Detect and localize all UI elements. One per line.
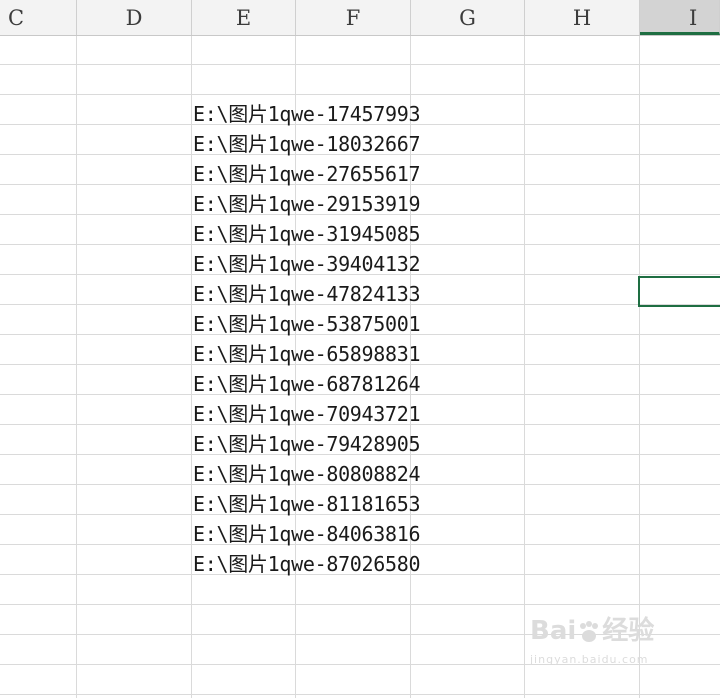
cell-e-value[interactable]: E:\图片1qwe-81181653 — [193, 489, 421, 519]
cell-e-value[interactable]: E:\图片1qwe-17457993 — [193, 99, 421, 129]
column-header-g[interactable]: G — [411, 0, 525, 35]
cell-e-value[interactable]: E:\图片1qwe-68781264 — [193, 369, 421, 399]
row-gridline — [0, 694, 720, 695]
column-header-h[interactable]: H — [525, 0, 640, 35]
column-gridline — [524, 36, 525, 698]
cell-e-value[interactable]: E:\图片1qwe-70943721 — [193, 399, 421, 429]
column-label: E — [235, 6, 252, 30]
column-label: C — [7, 6, 25, 30]
paw-logo-icon — [580, 620, 599, 642]
column-label: F — [345, 6, 361, 30]
row-gridline — [0, 604, 720, 605]
column-header-d[interactable]: D — [77, 0, 192, 35]
cell-e-value[interactable]: E:\图片1qwe-31945085 — [193, 219, 421, 249]
column-label: G — [459, 6, 476, 30]
column-header-i[interactable]: I — [640, 0, 720, 35]
watermark-url: jingyan.baidu.com — [530, 652, 649, 666]
column-header-f[interactable]: F — [296, 0, 411, 35]
row-gridline — [0, 64, 720, 65]
column-header-e[interactable]: E — [192, 0, 296, 35]
row-gridline — [0, 94, 720, 95]
cell-e-value[interactable]: E:\图片1qwe-39404132 — [193, 249, 421, 279]
active-cell-selection[interactable] — [638, 276, 720, 307]
baidu-jingyan-watermark: Bai 经验 jingyan.baidu.com — [530, 618, 700, 666]
cell-e-value[interactable]: E:\图片1qwe-29153919 — [193, 189, 421, 219]
watermark-brand: Bai — [530, 616, 577, 646]
cell-e-value[interactable]: E:\图片1qwe-27655617 — [193, 159, 421, 189]
spreadsheet: C D E F G H I E:\图片1qwe-17457993 E:\图片1qw… — [0, 0, 720, 698]
cell-e-value[interactable]: E:\图片1qwe-53875001 — [193, 309, 421, 339]
column-header-bar: C D E F G H I — [0, 0, 720, 36]
column-label: H — [572, 6, 592, 30]
column-gridline — [76, 36, 77, 698]
cell-e-value[interactable]: E:\图片1qwe-18032667 — [193, 129, 421, 159]
column-label: D — [125, 6, 143, 30]
cell-e-value[interactable]: E:\图片1qwe-84063816 — [193, 519, 421, 549]
column-gridline — [191, 36, 192, 698]
cell-e-value[interactable]: E:\图片1qwe-65898831 — [193, 339, 421, 369]
cell-e-value[interactable]: E:\图片1qwe-79428905 — [193, 429, 421, 459]
column-label: I — [689, 6, 698, 30]
column-gridline — [639, 36, 640, 698]
cell-e-value[interactable]: E:\图片1qwe-87026580 — [193, 549, 421, 579]
cell-e-value[interactable]: E:\图片1qwe-80808824 — [193, 459, 421, 489]
column-header-c[interactable]: C — [0, 0, 77, 35]
cell-e-value[interactable]: E:\图片1qwe-47824133 — [193, 279, 421, 309]
watermark-suffix: 经验 — [602, 616, 655, 646]
